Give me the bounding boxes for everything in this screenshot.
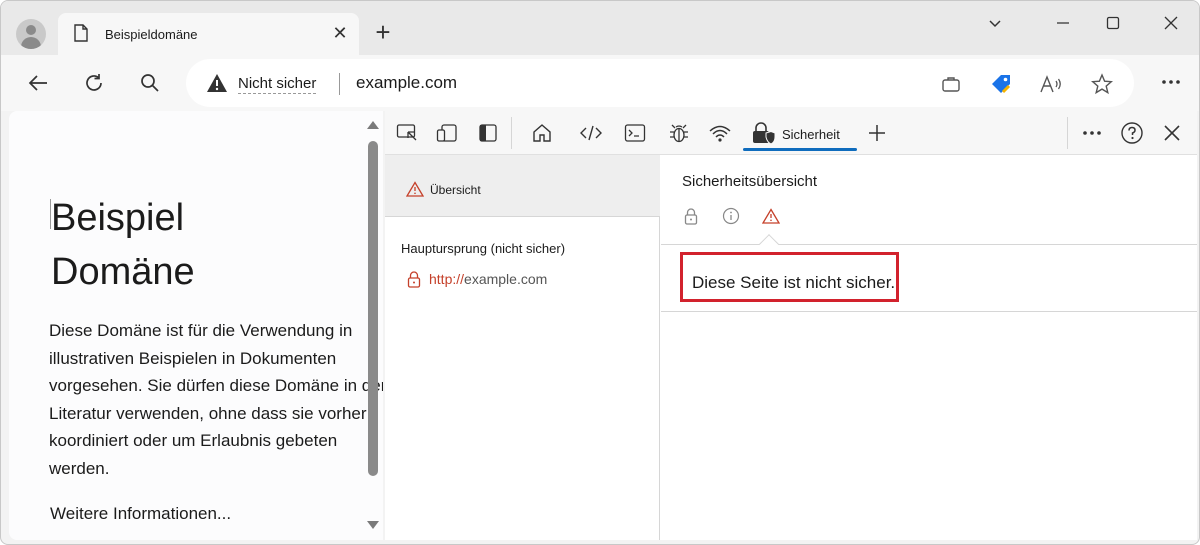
device-emulation-icon[interactable] [433, 119, 461, 147]
origin-scheme: http:// [429, 271, 465, 287]
back-arrow-icon[interactable] [22, 67, 54, 99]
insecure-lock-icon [407, 271, 421, 288]
browser-window: Beispieldomäne ✕ + Nicht sicher example.… [0, 0, 1200, 545]
origin-link[interactable]: http://example.com [429, 271, 547, 287]
network-wifi-icon[interactable] [706, 119, 734, 147]
close-window-button[interactable] [1149, 11, 1193, 35]
address-separator [339, 73, 340, 95]
scroll-thumb[interactable] [368, 141, 378, 476]
elements-code-icon[interactable] [577, 119, 605, 147]
sidebar-item-overview[interactable]: Übersicht [385, 155, 660, 217]
sources-bug-icon[interactable] [665, 119, 693, 147]
warning-icon [762, 207, 780, 225]
divider [661, 311, 1197, 312]
tab-actions-chevron-icon[interactable] [973, 11, 1017, 35]
search-icon[interactable] [134, 67, 166, 99]
warning-icon[interactable] [206, 73, 228, 93]
highlight-annotation-box [680, 252, 899, 302]
webpage-scrollbar[interactable] [365, 116, 381, 536]
devtools-toolbar: Sicherheit [385, 111, 1197, 155]
page-heading-line1: Beispiel [51, 197, 185, 239]
security-status-label[interactable]: Nicht sicher [238, 75, 317, 94]
close-devtools-icon[interactable] [1158, 119, 1186, 147]
security-overview-title: Sicherheitsübersicht [682, 173, 818, 190]
wallet-icon[interactable] [938, 71, 964, 97]
scroll-up-arrow-icon[interactable] [367, 121, 379, 129]
toolbar-separator [511, 117, 512, 149]
tab-title: Beispieldomäne [105, 27, 198, 42]
warning-icon [406, 181, 424, 197]
security-shield-lock-icon [753, 122, 775, 145]
favorite-star-icon[interactable] [1089, 71, 1115, 97]
devtools-panel: Sicherheit Übersicht Hauptursprung (nich… [385, 111, 1197, 540]
profile-avatar[interactable] [16, 19, 46, 49]
active-tab-indicator [743, 148, 857, 151]
origin-host: example.com [464, 271, 548, 287]
page-paragraph: Diese Domäne ist für die Verwendung in i… [49, 321, 383, 478]
webpage-content: Beispiel Domäne Diese Domäne ist für die… [9, 111, 383, 540]
devtools-more-icon[interactable] [1078, 119, 1106, 147]
divider [661, 244, 1197, 245]
read-aloud-icon[interactable] [1038, 71, 1064, 97]
maximize-button[interactable] [1091, 11, 1135, 35]
inspect-element-icon[interactable] [393, 119, 421, 147]
page-heading: Beispiel Domäne [51, 191, 231, 299]
refresh-icon[interactable] [78, 67, 110, 99]
page-icon [74, 24, 88, 42]
help-icon[interactable] [1118, 119, 1146, 147]
main-origin-header: Hauptursprung (nicht sicher) [401, 241, 566, 256]
security-sidebar: Übersicht Hauptursprung (nicht sicher) h… [385, 155, 660, 540]
dock-side-icon[interactable] [474, 119, 502, 147]
add-tool-plus-icon[interactable] [863, 119, 891, 147]
browser-tab[interactable]: Beispieldomäne ✕ [58, 13, 359, 56]
tab-security[interactable]: Sicherheit [743, 111, 859, 155]
page-heading-line2: Domäne [51, 251, 195, 293]
more-options-icon[interactable] [1156, 67, 1186, 97]
tab-security-label: Sicherheit [782, 127, 840, 142]
more-info-link[interactable]: Weitere Informationen... [50, 504, 231, 524]
sidebar-item-overview-label: Übersicht [430, 183, 481, 197]
selection-pointer [759, 234, 779, 254]
tab-close-button[interactable]: ✕ [328, 21, 352, 45]
title-bar: Beispieldomäne ✕ + [1, 1, 1199, 56]
new-tab-button[interactable]: + [369, 19, 397, 47]
url-text[interactable]: example.com [356, 73, 457, 93]
secure-lock-icon [682, 207, 700, 225]
address-bar[interactable]: Nicht sicher example.com [186, 59, 1134, 107]
welcome-home-icon[interactable] [528, 119, 556, 147]
scroll-down-arrow-icon[interactable] [367, 521, 379, 529]
console-icon[interactable] [621, 119, 649, 147]
navigation-toolbar: Nicht sicher example.com [1, 55, 1199, 111]
minimize-button[interactable] [1041, 11, 1085, 35]
info-icon [722, 207, 740, 225]
security-overview-pane: Sicherheitsübersicht Diese Seite ist nic… [661, 155, 1197, 540]
toolbar-separator [1067, 117, 1068, 149]
shopping-tag-icon[interactable] [988, 71, 1014, 97]
